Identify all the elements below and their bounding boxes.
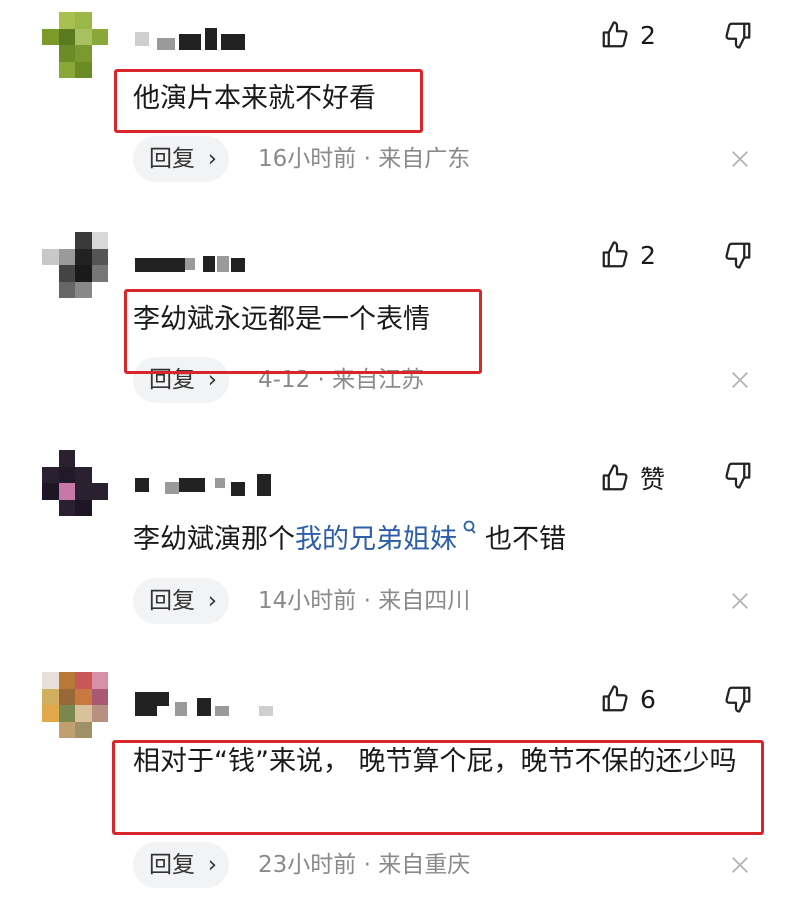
reply-button[interactable]: 回复 › — [133, 578, 229, 624]
close-button[interactable] — [729, 854, 751, 876]
close-icon — [732, 593, 748, 609]
meta-separator: · — [363, 588, 371, 614]
dislike-button[interactable] — [723, 20, 753, 54]
reply-label: 回复 — [149, 146, 195, 172]
like-button[interactable]: 2 — [600, 20, 656, 50]
thumbs-down-icon — [725, 462, 751, 489]
username-redacted[interactable] — [135, 250, 245, 276]
dislike-button[interactable] — [723, 240, 753, 274]
comment-meta: 16小时前 · 来自广东 — [258, 136, 470, 182]
highlight-box — [112, 740, 764, 835]
avatar[interactable] — [42, 232, 108, 298]
comment-item: 赞 李幼斌演那个我的兄弟姐妹 也不错 回复 › 14小时前 · 来自四川 — [0, 440, 800, 640]
search-icon — [463, 520, 476, 534]
thumbs-down-icon — [725, 686, 751, 713]
like-count: 2 — [640, 20, 656, 50]
dislike-button[interactable] — [723, 460, 753, 494]
comment-item: 2 李幼斌永远都是一个表情 回复 › 4-12 · 来自江苏 — [0, 220, 800, 420]
chevron-right-icon: › — [207, 852, 217, 878]
username-redacted[interactable] — [135, 690, 275, 716]
comment-meta: 14小时前 · 来自四川 — [258, 578, 470, 624]
chevron-right-icon: › — [207, 146, 217, 172]
thumbs-up-icon — [602, 464, 628, 491]
close-icon — [732, 151, 748, 167]
like-button[interactable]: 赞 — [600, 460, 665, 496]
comment-meta: 23小时前 · 来自重庆 — [258, 842, 470, 888]
close-button[interactable] — [729, 148, 751, 170]
comment-item: 2 他演片本来就不好看 回复 › 16小时前 · 来自广东 — [0, 0, 800, 200]
comment-time: 14小时前 — [258, 588, 357, 614]
like-button[interactable]: 2 — [600, 240, 656, 270]
link-text: 我的兄弟姐妹 — [295, 524, 457, 555]
avatar[interactable] — [42, 450, 108, 516]
close-button[interactable] — [729, 590, 751, 612]
comment-location: 来自广东 — [378, 146, 471, 172]
meta-separator: · — [363, 146, 371, 172]
thumbs-up-icon — [602, 241, 628, 268]
thumbs-up-icon — [602, 685, 628, 712]
meta-separator: · — [363, 852, 371, 878]
like-count: 2 — [640, 240, 656, 270]
thumbs-down-icon — [725, 22, 751, 49]
comment-item: 6 相对于“钱”来说， 晚节算个屁，晚节不保的还少吗 回复 › 23小时前 · … — [0, 660, 800, 905]
reply-label: 回复 — [149, 852, 195, 878]
username-redacted[interactable] — [135, 470, 275, 496]
avatar[interactable] — [42, 672, 108, 738]
thumbs-down-icon — [725, 242, 751, 269]
thumbs-up-icon — [602, 21, 628, 48]
reply-label: 回复 — [149, 588, 195, 614]
close-button[interactable] — [729, 369, 751, 391]
like-count: 6 — [640, 684, 656, 714]
username-redacted[interactable] — [135, 24, 245, 50]
highlight-box — [114, 69, 423, 133]
avatar[interactable] — [42, 12, 108, 78]
reply-button[interactable]: 回复 › — [133, 136, 229, 182]
comment-text: 李幼斌演那个我的兄弟姐妹 也不错 — [133, 520, 566, 560]
comment-text-before: 李幼斌演那个 — [133, 524, 295, 555]
search-keyword-link[interactable]: 我的兄弟姐妹 — [295, 520, 485, 555]
close-icon — [732, 857, 748, 873]
like-button[interactable]: 6 — [600, 684, 656, 714]
like-label: 赞 — [640, 465, 666, 494]
comment-text-after: 也不错 — [485, 524, 566, 555]
comment-location: 来自四川 — [378, 588, 471, 614]
dislike-button[interactable] — [723, 684, 753, 718]
comment-time: 23小时前 — [258, 852, 357, 878]
highlight-box — [124, 289, 482, 374]
comment-location: 来自重庆 — [378, 852, 471, 878]
comment-time: 16小时前 — [258, 146, 357, 172]
close-icon — [732, 372, 748, 388]
reply-button[interactable]: 回复 › — [133, 842, 229, 888]
chevron-right-icon: › — [207, 588, 217, 614]
